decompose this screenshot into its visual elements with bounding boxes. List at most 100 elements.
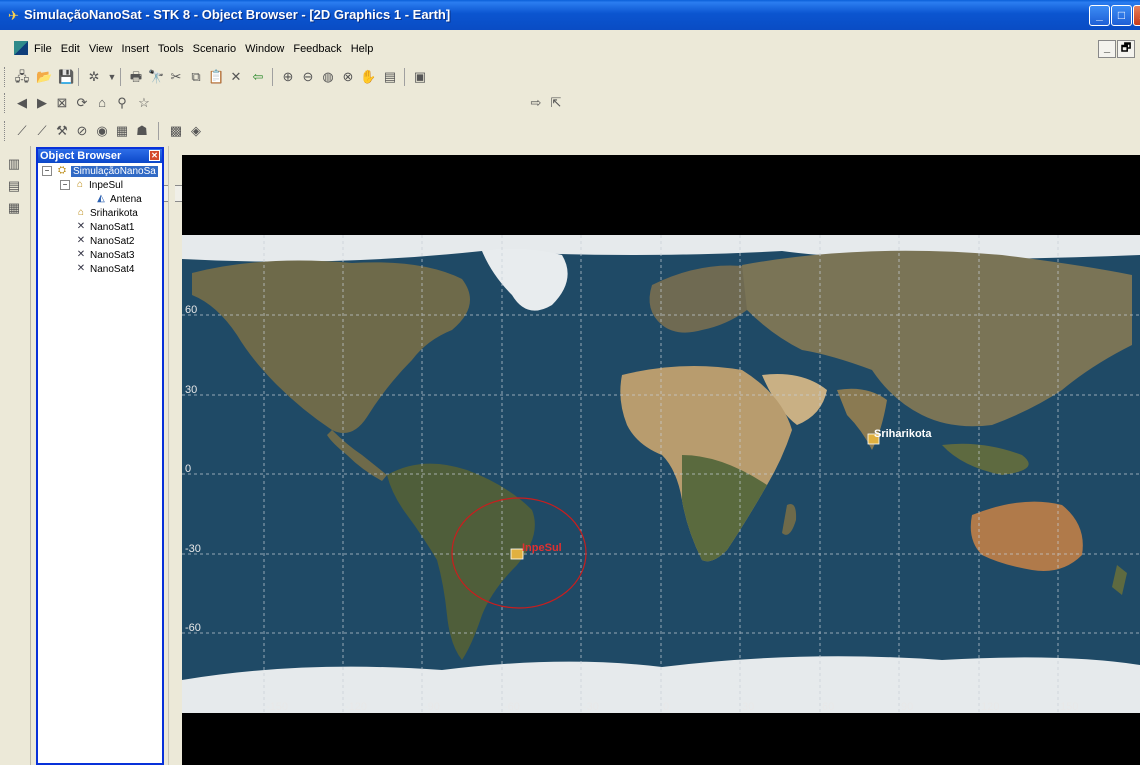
tree-item-label: Sriharikota	[90, 208, 138, 219]
collapse-icon[interactable]: −	[42, 166, 52, 177]
minimize-button[interactable]: _	[1089, 5, 1110, 26]
copy-icon[interactable]: ⧉	[188, 69, 204, 85]
satellite-icon: ✕	[76, 221, 86, 233]
tree-item-sriharikota[interactable]: ⌂ Sriharikota	[74, 207, 138, 221]
globe-icon[interactable]: ◍	[320, 69, 336, 85]
toolbar-grip[interactable]	[4, 121, 8, 141]
tree-item-label: NanoSat4	[90, 264, 135, 275]
graphics-2d-window[interactable]: 60 30 0 -30 -60 -150 -120 -90 -60 -30 0 …	[182, 155, 1140, 765]
lon-label: 120	[981, 701, 999, 713]
go-icon[interactable]: ⇨	[528, 95, 544, 111]
close-icon[interactable]: ✕	[149, 150, 160, 161]
cut-icon[interactable]: ✂	[168, 69, 184, 85]
search-icon[interactable]: ⚲	[114, 95, 130, 111]
tools-icon[interactable]: ⚒	[54, 123, 70, 139]
standard-toolbar: 🖧 📂 💾 ✲ ▼ 🖶 🔭 ✂ ⧉ 📋 ✕ ⇦ ⊕ ⊖ ◍ ⊗ ✋ ▤ ▣	[0, 64, 1140, 90]
menu-tools[interactable]: Tools	[158, 43, 184, 55]
menu-help[interactable]: Help	[351, 43, 374, 55]
lon-label: 30	[742, 701, 754, 713]
home-icon[interactable]: ⌂	[94, 95, 110, 111]
zoom-out-icon[interactable]: ⊖	[300, 69, 316, 85]
lon-label: -150	[266, 701, 288, 713]
toolbar-grip[interactable]	[4, 93, 8, 113]
lon-label: 150	[1060, 701, 1078, 713]
map-icon[interactable]: ▩	[168, 123, 184, 139]
tree-item-nanosat2[interactable]: ✕ NanoSat2	[74, 235, 135, 249]
new-scenario-icon[interactable]: 🖧	[14, 69, 30, 85]
menu-insert[interactable]: Insert	[122, 43, 150, 55]
zoom-in-icon[interactable]: ⊕	[280, 69, 296, 85]
world-map[interactable]: 60 30 0 -30 -60 -150 -120 -90 -60 -30 0 …	[182, 155, 1140, 765]
menu-window[interactable]: Window	[245, 43, 284, 55]
close-button[interactable]: X	[1133, 5, 1140, 26]
toolbar-grip[interactable]	[4, 67, 8, 87]
collapse-icon[interactable]: −	[60, 180, 70, 191]
tree-item-label: NanoSat3	[90, 250, 135, 261]
toolbar-separator	[78, 68, 79, 86]
menu-view[interactable]: View	[89, 43, 113, 55]
open-link-icon[interactable]: ⇱	[548, 95, 564, 111]
layers-icon[interactable]: ▦	[6, 200, 22, 216]
print-icon[interactable]: 🖶	[128, 69, 144, 85]
open-folder-icon[interactable]: 📂	[36, 69, 52, 85]
save-icon[interactable]: 💾	[58, 69, 74, 85]
record-icon[interactable]: ▣	[412, 69, 428, 85]
globe-3d-icon[interactable]: ◈	[188, 123, 204, 139]
zoom-to-icon[interactable]: ⊗	[340, 69, 356, 85]
dock-icon[interactable]: ▥	[6, 156, 22, 172]
insert-object-icon[interactable]: ✲	[86, 69, 102, 85]
favorites-star-icon[interactable]: ☆	[136, 95, 152, 111]
object-browser-title: Object Browser	[40, 150, 122, 162]
web-forward-icon[interactable]: ▶	[34, 95, 50, 111]
menu-edit[interactable]: Edit	[61, 43, 80, 55]
web-toolbar: ◀ ▶ ⊠ ⟳ ⌂ ⚲ ☆ ▼ ⇨ ⇱	[0, 90, 1140, 202]
deck-access-icon[interactable]: ⊘	[74, 123, 90, 139]
lat-label: 60	[185, 304, 197, 316]
menu-bar: File Edit View Insert Tools Scenario Win…	[0, 38, 1140, 60]
chain-icon[interactable]: ⟋	[34, 123, 50, 139]
menu-scenario[interactable]: Scenario	[193, 43, 236, 55]
menu-feedback[interactable]: Feedback	[293, 43, 341, 55]
pan-hand-icon[interactable]: ✋	[360, 69, 376, 85]
tree-item-nanosat4[interactable]: ✕ NanoSat4	[74, 263, 135, 277]
stk-app-icon[interactable]: ✈	[8, 8, 19, 24]
back-arrow-icon[interactable]: ⇦	[250, 69, 266, 85]
panel-splitter[interactable]	[168, 146, 175, 765]
facility-icon: ⌂	[76, 179, 84, 191]
access-icon[interactable]: ⟋	[14, 123, 30, 139]
menu-file[interactable]: File	[34, 43, 52, 55]
person-icon[interactable]: ☗	[134, 123, 150, 139]
maximize-button[interactable]: □	[1111, 5, 1132, 26]
web-back-icon[interactable]: ◀	[14, 95, 30, 111]
tree-item-antena[interactable]: ◭ Antena	[94, 193, 142, 207]
lon-label: -120	[345, 701, 367, 713]
stop-icon[interactable]: ⊠	[54, 95, 70, 111]
report-icon[interactable]: ▤	[382, 69, 398, 85]
lon-label: 90	[901, 701, 913, 713]
refresh-icon[interactable]: ⟳	[74, 95, 90, 111]
tree-item-scenario[interactable]: − ⛭ SimulaçãoNanoSa	[42, 165, 158, 179]
properties-icon[interactable]: ▤	[6, 178, 22, 194]
inpesul-label: InpeSul	[522, 542, 562, 554]
tree-item-nanosat3[interactable]: ✕ NanoSat3	[74, 249, 135, 263]
lat-label: 0	[185, 463, 191, 475]
mdi-restore-button[interactable]: 🗗	[1117, 40, 1135, 58]
tree-item-label: InpeSul	[89, 180, 123, 191]
toolbar-separator	[158, 122, 159, 140]
lon-label: -90	[424, 701, 440, 713]
paste-icon[interactable]: 📋	[208, 69, 224, 85]
tree-item-nanosat1[interactable]: ✕ NanoSat1	[74, 221, 135, 235]
tree-item-label: SimulaçãoNanoSa	[71, 166, 158, 177]
title-bar: ✈ SimulaçãoNanoSat - STK 8 - Object Brow…	[0, 0, 1140, 30]
coverage-icon[interactable]: ◉	[94, 123, 110, 139]
document-icon[interactable]	[14, 41, 28, 55]
mdi-minimize-button[interactable]: _	[1098, 40, 1116, 58]
satellite-icon: ✕	[76, 249, 86, 261]
sensor-icon: ◭	[97, 193, 105, 205]
chevron-down-icon[interactable]: ▼	[104, 69, 120, 85]
graph-icon[interactable]: ▦	[114, 123, 130, 139]
tree-item-inpesul[interactable]: − ⌂ InpeSul	[60, 179, 123, 193]
tree-item-label: Antena	[110, 194, 142, 205]
find-icon[interactable]: 🔭	[148, 69, 164, 85]
delete-icon[interactable]: ✕	[228, 69, 244, 85]
